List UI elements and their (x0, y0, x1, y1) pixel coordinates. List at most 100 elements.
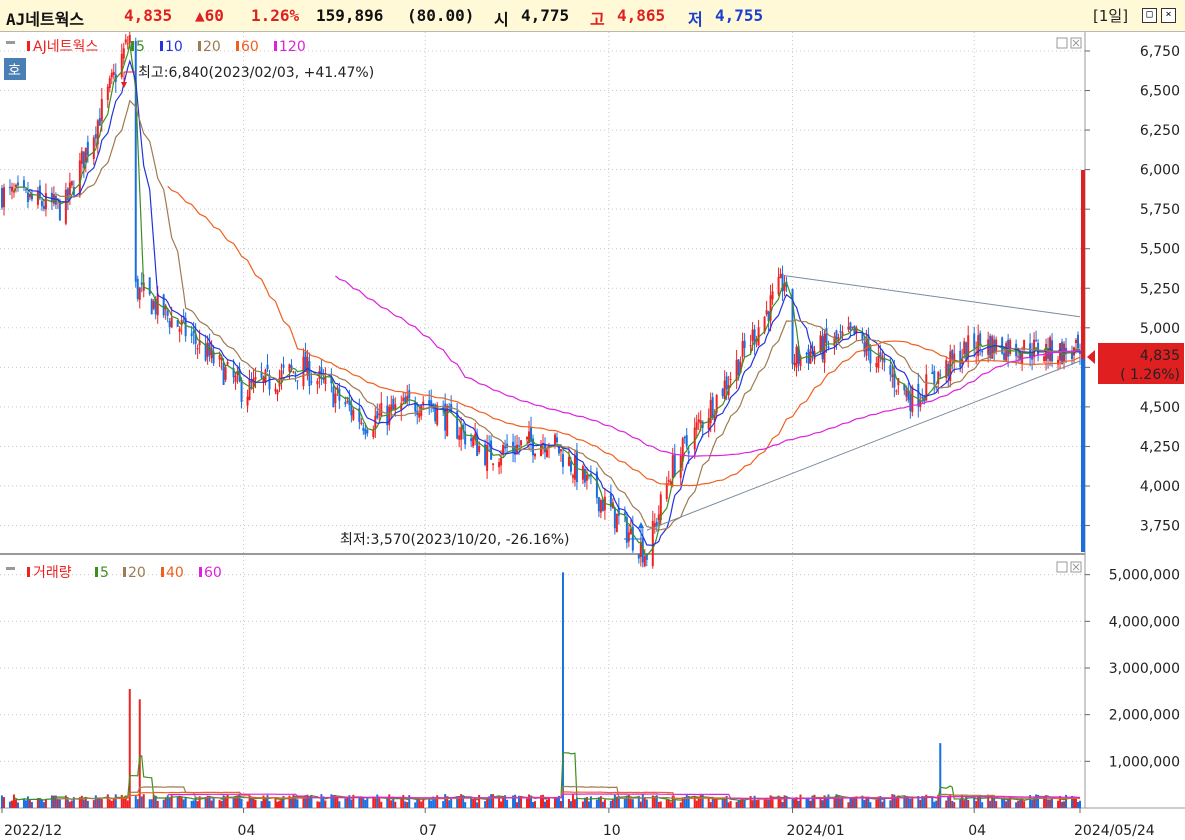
price-tick-label: 6,250 (1140, 123, 1180, 139)
legend-ma5: 5 (136, 39, 145, 55)
legend-swatch-volume (27, 567, 30, 577)
volume-bar (220, 800, 223, 808)
ma5-line (13, 43, 1080, 557)
volume-bar (779, 798, 782, 808)
maximize-icon[interactable]: □ (1142, 8, 1157, 23)
legend-swatch-vma5 (95, 567, 98, 577)
volume-bar (392, 798, 395, 808)
volume-bar (112, 798, 115, 808)
candle-body (673, 453, 676, 477)
candle-body (292, 371, 295, 373)
price-panel-controls[interactable] (1056, 37, 1082, 49)
volume-bar (254, 799, 257, 808)
current-price: 4,835 (124, 6, 173, 25)
volume-bar (470, 797, 473, 808)
panel-maximize-icon[interactable] (1056, 37, 1068, 49)
legend-swatch-ma5 (131, 41, 134, 51)
volume-bar (1015, 802, 1018, 808)
legend-price-name: AJ네트웍스 (33, 39, 98, 55)
candle-body (150, 299, 153, 315)
volume-bar (252, 798, 255, 808)
volume-bar (478, 794, 481, 808)
price-tick-label: 6,500 (1140, 84, 1180, 100)
candle-body (847, 326, 850, 330)
volume-tick-label: 3,000,000 (1109, 661, 1180, 677)
price-tick-label: 5,250 (1140, 281, 1180, 297)
volume-bar (108, 799, 111, 808)
candle-body (1017, 356, 1020, 358)
volume-bar (100, 799, 103, 808)
volume-bar (953, 802, 956, 808)
volume-bar (695, 800, 698, 808)
candle-body (310, 381, 313, 383)
period-selector[interactable]: [1일] (1093, 5, 1128, 26)
price-legend: AJ네트웍스 5 10 20 60 120 (6, 39, 306, 55)
current-price-label: 4,835 (1140, 348, 1180, 364)
volume-bar (1023, 801, 1026, 808)
volume-bar (474, 798, 477, 808)
volume-bar (134, 795, 137, 808)
candle-body (875, 362, 878, 368)
close-icon[interactable]: × (1161, 8, 1176, 23)
candle-body (136, 278, 139, 299)
candle-body (793, 362, 796, 366)
current-price-marker-icon (1087, 350, 1095, 364)
volume-bar (366, 796, 369, 808)
legend-volume-name: 거래량 (33, 565, 72, 581)
volume-bar (378, 798, 381, 808)
volume-bar (290, 798, 293, 808)
candle-body (771, 291, 774, 300)
candle-body (931, 372, 934, 375)
candle-body (498, 462, 501, 468)
legend-ma10: 10 (165, 39, 183, 55)
candle-body (725, 376, 728, 390)
candle-body (460, 427, 463, 440)
volume-bar (212, 797, 215, 808)
volume-bar (679, 802, 682, 808)
volume-bar (603, 799, 606, 808)
candle-body (282, 364, 285, 368)
candle-body (895, 390, 898, 392)
volume-bar (176, 796, 179, 808)
volume-bar (428, 798, 431, 808)
volume-ratio: (80.00) (407, 6, 475, 25)
panel-maximize-icon[interactable] (1056, 561, 1068, 573)
volume-bar (196, 801, 199, 808)
candle-body (108, 78, 111, 88)
legend-swatch-vma20 (123, 567, 126, 577)
volume-bar (30, 802, 33, 808)
legend-swatch-price (27, 41, 30, 51)
volume-bar (406, 802, 409, 808)
date-tick-label: 04 (968, 823, 986, 839)
candle-body (1029, 343, 1032, 359)
volume-bar (573, 799, 576, 808)
volume-bar (142, 794, 145, 808)
volume-bar (975, 801, 978, 808)
volume-bar (601, 801, 604, 808)
volume-bar (995, 801, 998, 808)
trendline-lower[interactable] (646, 360, 1081, 531)
candle-body (687, 451, 690, 454)
candle-body (324, 376, 327, 385)
candle-body (276, 390, 279, 395)
trendline-upper[interactable] (784, 275, 1081, 318)
volume-bar (500, 801, 503, 808)
candlesticks (1, 32, 1081, 569)
volume-bar (1061, 801, 1064, 808)
volume-bar (1075, 798, 1078, 808)
volume-bar (589, 796, 592, 808)
candle-body (380, 403, 383, 417)
volume-panel-controls[interactable] (1056, 561, 1082, 573)
volume-bar (82, 799, 85, 808)
candle-body (721, 388, 724, 397)
candle-body (222, 362, 225, 385)
volume-bar (414, 802, 417, 808)
candle-body (344, 402, 347, 405)
volume-bar (320, 794, 323, 808)
volume-bar (404, 801, 407, 808)
candle-body (402, 397, 405, 402)
candle-body (224, 367, 227, 380)
volume-tick-label: 4,000,000 (1109, 614, 1180, 630)
candle-body (178, 328, 181, 333)
volume-bar (344, 798, 347, 808)
